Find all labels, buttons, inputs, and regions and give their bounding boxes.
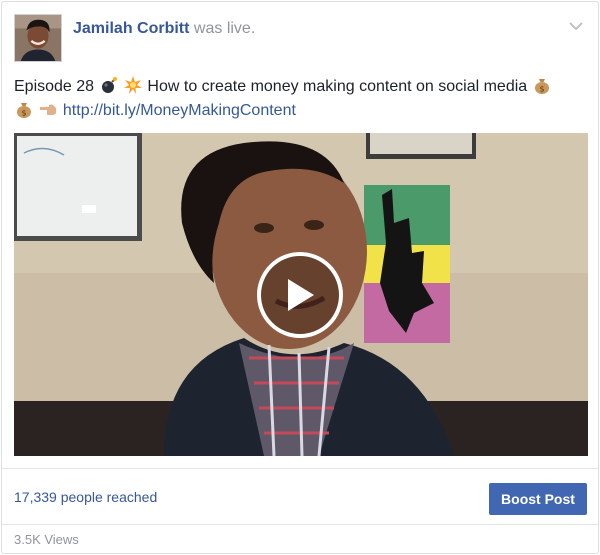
video-player[interactable]: [14, 133, 588, 456]
episode-label: Episode 28: [14, 78, 95, 95]
bomb-icon: [101, 77, 117, 93]
views-count: 3.5K Views: [14, 532, 79, 547]
money-bag-icon: $: [534, 79, 549, 94]
boost-post-button[interactable]: Boost Post: [489, 483, 587, 515]
post-header: Jamilah Corbitt was live.: [14, 14, 590, 66]
divider: [2, 468, 598, 469]
people-reached[interactable]: 17,339 people reached: [14, 489, 157, 505]
pointing-left-icon: [40, 104, 57, 115]
play-button[interactable]: [257, 252, 343, 338]
post-text: Episode 28 How to create money making co…: [14, 75, 590, 123]
money-bag-icon: $: [17, 103, 31, 118]
svg-text:$: $: [21, 109, 26, 118]
play-icon: [288, 279, 314, 311]
author-status: was live.: [193, 20, 256, 37]
post-title-text: How to create money making content on so…: [147, 78, 528, 95]
post-card: Jamilah Corbitt was live. Episode 28 How…: [1, 1, 599, 554]
author-name[interactable]: Jamilah Corbitt: [73, 20, 189, 37]
avatar[interactable]: [14, 14, 62, 62]
post-link[interactable]: http://bit.ly/MoneyMakingContent: [63, 102, 296, 119]
svg-text:$: $: [539, 85, 544, 94]
collision-icon: [123, 76, 142, 94]
author-line: Jamilah Corbitt was live.: [73, 20, 255, 38]
divider: [2, 524, 598, 525]
chevron-down-icon[interactable]: [564, 14, 588, 38]
